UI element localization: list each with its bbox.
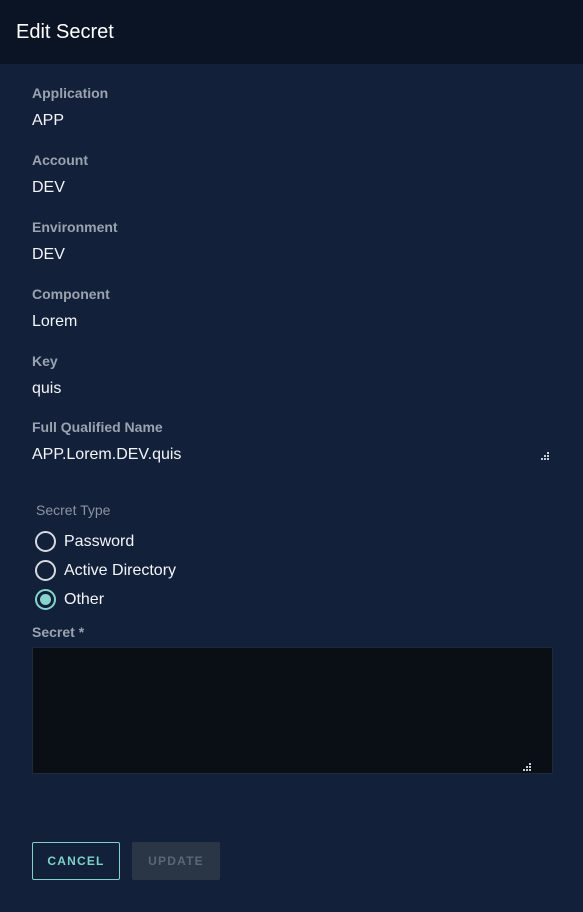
secret-label: Secret *: [32, 624, 85, 640]
field-account: Account DEV: [32, 152, 88, 198]
application-value: APP: [32, 112, 65, 129]
fqn-label: Full Qualified Name: [32, 419, 163, 435]
component-label: Component: [32, 286, 110, 302]
dialog-title: Edit Secret: [16, 20, 114, 43]
field-fqn: Full Qualified Name APP.Lorem.DEV.quis: [32, 419, 553, 465]
resize-grip-icon[interactable]: [540, 451, 549, 460]
radio-checked-icon[interactable]: [35, 589, 56, 610]
field-application: Application APP: [32, 85, 108, 131]
application-label: Application: [32, 85, 109, 101]
radio-unchecked-icon[interactable]: [35, 560, 56, 581]
fqn-value: APP.Lorem.DEV.quis: [32, 446, 182, 463]
component-value: Lorem: [32, 313, 78, 330]
radio-dot-icon: [40, 594, 51, 605]
field-key: Key quis: [32, 353, 61, 399]
dialog-content: Application APP Account DEV Environment …: [0, 64, 583, 912]
dialog-header: Edit Secret: [0, 0, 583, 64]
environment-value: DEV: [32, 246, 65, 263]
radio-unchecked-icon[interactable]: [35, 531, 56, 552]
radio-active-directory[interactable]: Active Directory: [35, 560, 176, 581]
key-label: Key: [32, 353, 58, 369]
cancel-button[interactable]: CANCEL: [32, 842, 120, 880]
account-value: DEV: [32, 179, 65, 196]
radio-password[interactable]: Password: [35, 531, 134, 552]
radio-active-directory-label[interactable]: Active Directory: [64, 562, 176, 580]
update-button[interactable]: UPDATE: [132, 842, 220, 880]
radio-other-label[interactable]: Other: [64, 591, 104, 609]
account-label: Account: [32, 152, 88, 168]
field-environment: Environment DEV: [32, 219, 118, 265]
secret-type-label: Secret Type: [36, 502, 111, 518]
textarea-resize-icon[interactable]: [522, 762, 531, 771]
key-value: quis: [32, 380, 62, 397]
environment-label: Environment: [32, 219, 118, 235]
radio-other[interactable]: Other: [35, 589, 104, 610]
secret-input[interactable]: [32, 647, 553, 774]
field-component: Component Lorem: [32, 286, 110, 332]
radio-password-label[interactable]: Password: [64, 533, 134, 551]
